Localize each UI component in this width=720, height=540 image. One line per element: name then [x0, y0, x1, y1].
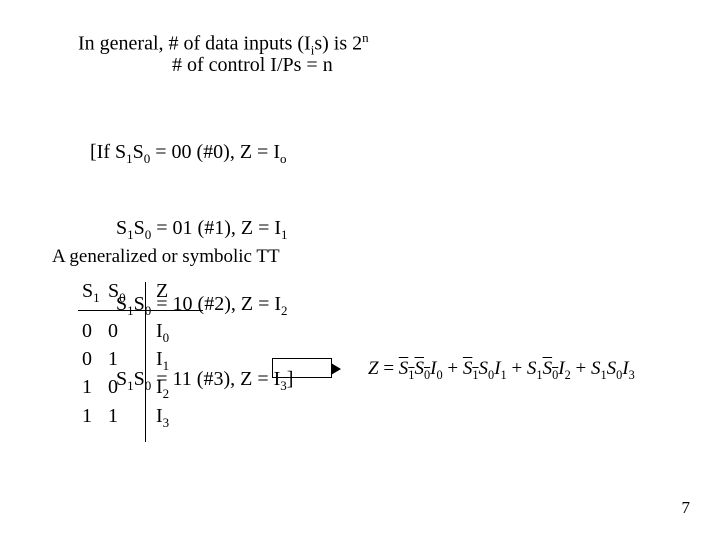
- text: I: [156, 348, 163, 370]
- table-row: 0 1 I1: [82, 346, 166, 374]
- text: S: [82, 280, 93, 302]
- text: = 11 (#3), Z = I: [151, 368, 280, 390]
- var-s: S: [527, 358, 537, 379]
- var-z: Z: [368, 358, 379, 379]
- s0-bar: S0: [414, 358, 430, 383]
- text: S: [463, 358, 473, 379]
- tt-caption: A generalized or symbolic TT: [52, 246, 280, 268]
- header-line2: # of control I/Ps = n: [172, 54, 333, 77]
- cell: I0: [138, 318, 166, 346]
- table-row: 1 1 I3: [82, 403, 166, 431]
- plus: +: [507, 358, 527, 379]
- sub: 2: [281, 303, 288, 318]
- col-s0-header: S0: [108, 278, 138, 306]
- cell: 0: [82, 318, 108, 344]
- text: S: [543, 358, 553, 379]
- s1-bar: S1: [399, 358, 415, 383]
- table-vertical-divider: [145, 282, 146, 442]
- text: S: [116, 217, 127, 239]
- table-horizontal-divider: [78, 310, 203, 311]
- text: = 10 (#2), Z = I: [151, 293, 281, 315]
- s1-bar: S1: [463, 358, 479, 383]
- cell: I3: [138, 403, 166, 431]
- cell: 0: [108, 318, 138, 344]
- var-s: S: [607, 358, 617, 379]
- truth-table: S1 S0 Z 0 0 I0 0 1 I1 1 0 I2 1 1 I3: [82, 278, 166, 431]
- sub: o: [280, 151, 287, 166]
- text: = 01 (#1), Z = I: [151, 217, 281, 239]
- sub: 3: [629, 368, 635, 382]
- col-z-header: Z: [138, 278, 166, 304]
- cell: 0: [108, 374, 138, 400]
- s0-bar: S0: [543, 358, 559, 383]
- table-row: 0 0 I0: [82, 318, 166, 346]
- cell: 1: [108, 346, 138, 372]
- sub: 1: [93, 290, 100, 305]
- equation: Z = S1S0I0 + S1S0I1 + S1S0I2 + S1S0I3: [368, 358, 635, 383]
- sub: 3: [163, 415, 170, 430]
- cell: 1: [82, 374, 108, 400]
- cell: 1: [108, 403, 138, 429]
- text: In general, # of data inputs (I: [78, 33, 311, 55]
- page-number: 7: [682, 498, 691, 518]
- col-s1-header: S1: [82, 278, 108, 306]
- tt-header: S1 S0 Z: [82, 278, 166, 306]
- cell: I1: [138, 346, 166, 374]
- if-line-0: [If S1S0 = 00 (#0), Z = Io: [70, 116, 293, 192]
- table-row: 1 0 I2: [82, 374, 166, 402]
- text: = 00 (#0), Z = I: [150, 141, 280, 163]
- plus: +: [571, 358, 591, 379]
- text: S: [414, 358, 424, 379]
- plus: +: [443, 358, 463, 379]
- sub: 2: [163, 386, 170, 401]
- text: S: [134, 217, 145, 239]
- text: S: [133, 141, 144, 163]
- cell: 1: [82, 403, 108, 429]
- text: I: [156, 376, 163, 398]
- equals: =: [379, 358, 399, 379]
- cell: I2: [138, 374, 166, 402]
- sub: 1: [281, 227, 288, 242]
- cell: 0: [82, 346, 108, 372]
- var-s: S: [479, 358, 489, 379]
- text: s) is 2: [314, 33, 362, 55]
- text: S: [108, 280, 119, 302]
- arrow-right-icon: [272, 358, 332, 378]
- text: [If S: [90, 141, 126, 163]
- text: S: [399, 358, 409, 379]
- sub: 0: [163, 330, 170, 345]
- sup-n: n: [362, 30, 369, 45]
- text: I: [156, 405, 163, 427]
- text: I: [156, 320, 163, 342]
- sub: 1: [163, 358, 170, 373]
- sub: 0: [119, 290, 126, 305]
